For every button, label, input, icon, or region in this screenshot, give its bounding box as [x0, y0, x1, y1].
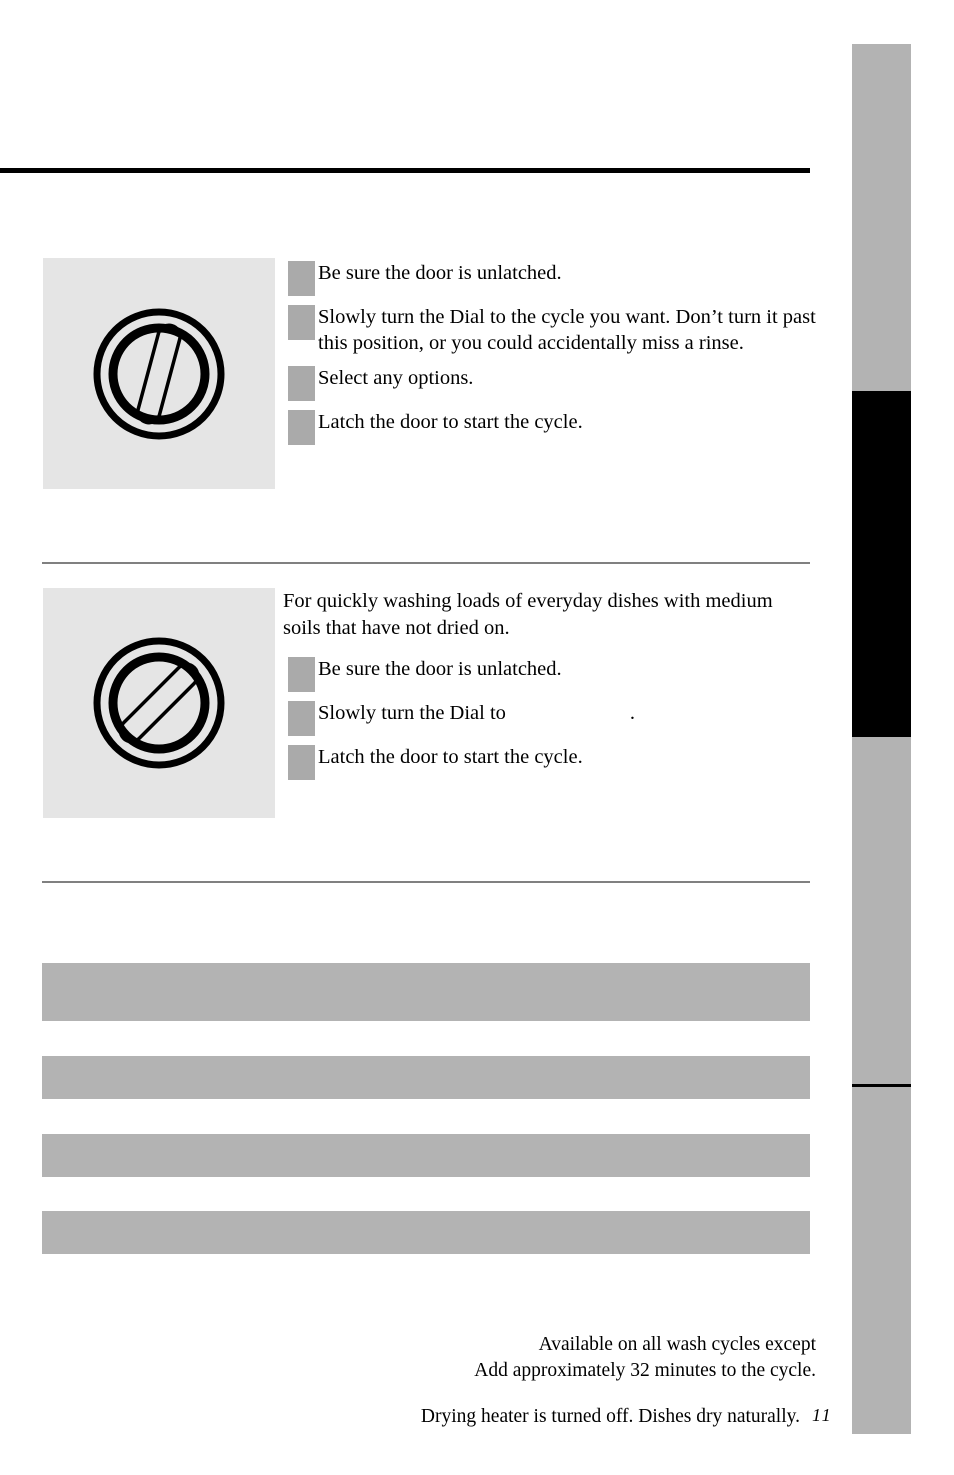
tab-segment-bottom[interactable] — [852, 1087, 911, 1434]
list-item: Latch the door to start the cycle. — [283, 742, 811, 780]
step-bullet-square — [288, 410, 315, 445]
step-text: Slowly turn the Dial to the cycle you wa… — [318, 306, 816, 354]
section-separator-2 — [42, 881, 810, 883]
step-text: Be sure the door is unlatched. — [318, 262, 562, 284]
step-bullet-square — [288, 261, 315, 296]
step-text: Slowly turn the Dial to. — [318, 698, 811, 726]
list-item: Select any options. — [288, 363, 816, 401]
dial-illustration-diagonal-icon — [84, 628, 234, 778]
list-item: Slowly turn the Dial to. — [283, 698, 811, 736]
footnote-group-1: Available on all wash cycles except Add … — [0, 1332, 816, 1384]
tab-segment-top[interactable] — [852, 44, 911, 391]
tab-segment-third[interactable] — [852, 737, 911, 1084]
tab-segment-active[interactable] — [852, 391, 911, 737]
list-item: Be sure the door is unlatched. — [283, 654, 811, 692]
step-bullet-square — [288, 657, 315, 692]
footnote-line-3: Drying heater is turned off. Dishes dry … — [420, 1406, 800, 1427]
chart-bar-row — [42, 963, 810, 1021]
list-item: Slowly turn the Dial to the cycle you wa… — [288, 302, 816, 356]
step-bullet-square — [288, 701, 315, 736]
step-text: Latch the door to start the cycle. — [318, 411, 583, 433]
section-intro-text: For quickly washing loads of everyday di… — [283, 590, 773, 639]
dial-illustration-vertical-icon — [84, 299, 234, 449]
step-text-before: Slowly turn the Dial to — [318, 702, 506, 724]
footnote-line-1: Available on all wash cycles except — [538, 1334, 816, 1355]
footnote-line-2: Add approximately 32 minutes to the cycl… — [474, 1360, 816, 1381]
chart-bar-row — [42, 1056, 810, 1099]
step-list-1: Be sure the door is unlatched. Slowly tu… — [288, 258, 816, 451]
step-bullet-square — [288, 366, 315, 401]
step-bullet-square — [288, 305, 315, 340]
dial-figure-box-2 — [43, 588, 275, 818]
step-text-after: . — [629, 702, 636, 724]
page-number: 11 — [812, 1405, 833, 1425]
step-bullet-square — [288, 745, 315, 780]
chart-bar-row — [42, 1211, 810, 1254]
section-separator-1 — [42, 562, 810, 564]
step-text: Latch the door to start the cycle. — [318, 746, 583, 768]
list-item: Latch the door to start the cycle. — [288, 407, 816, 445]
chart-bar-row — [42, 1134, 810, 1177]
content-column: Be sure the door is unlatched. Slowly tu… — [0, 0, 852, 1475]
step-text: Select any options. — [318, 367, 474, 389]
step-text: Be sure the door is unlatched. — [318, 658, 562, 680]
side-tab-strip — [852, 44, 911, 1434]
manual-page: Be sure the door is unlatched. Slowly tu… — [0, 0, 954, 1475]
dial-figure-box-1 — [43, 258, 275, 489]
footnote-group-2: Drying heater is turned off. Dishes dry … — [0, 1404, 800, 1430]
list-item: Be sure the door is unlatched. — [288, 258, 816, 296]
step-list-2: For quickly washing loads of everyday di… — [283, 588, 811, 786]
